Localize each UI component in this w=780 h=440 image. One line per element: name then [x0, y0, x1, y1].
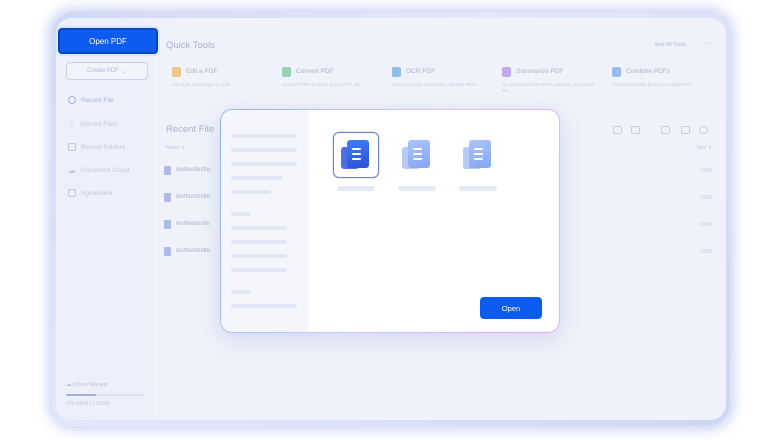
sidebar-item-document-cloud[interactable]: ☁ Document Cloud	[68, 164, 129, 176]
sidebar-item-agreement[interactable]: Agreement	[68, 187, 113, 199]
grid-view-icon[interactable]	[631, 126, 640, 134]
file-name-placeholder	[337, 186, 375, 191]
file-size: 102M	[699, 249, 712, 255]
pdf-document-icon	[402, 139, 432, 171]
tool-name: Edit a PDF	[186, 68, 218, 75]
pdf-file-icon	[164, 166, 171, 175]
chevron-down-icon: ⌄	[121, 68, 127, 75]
more-icon[interactable]: ···	[703, 40, 710, 47]
pdf-file-icon	[164, 193, 171, 202]
column-header-name[interactable]: Name ⇕	[166, 145, 185, 151]
column-header-size[interactable]: Size ⇕	[697, 145, 712, 151]
pdf-document-icon	[341, 139, 371, 171]
tool-name: Convert PDF	[296, 68, 334, 75]
storage-usage-text: 778.04KB / 1.00GB	[66, 401, 110, 407]
create-pdf-label: Create PDF	[87, 68, 119, 74]
document-icon	[68, 189, 76, 197]
file-name-placeholder	[398, 186, 436, 191]
upload-cloud-icon[interactable]	[661, 126, 670, 134]
file-name: texttexttextte	[176, 167, 211, 173]
open-pdf-label: Open PDF	[89, 36, 127, 46]
refresh-icon[interactable]	[699, 126, 708, 134]
file-tile-selected[interactable]	[333, 132, 379, 178]
file-name: texttexttextte	[176, 221, 211, 227]
pdf-file-icon	[164, 247, 171, 256]
combine-pdfs-icon	[612, 67, 621, 77]
tool-description: Convert PDFs to Word, Excel, PPT, etc.	[282, 82, 362, 87]
file-tile[interactable]	[455, 132, 501, 178]
sidebar-item-recent-folders[interactable]: Recent Folders	[68, 141, 125, 153]
open-button[interactable]: Open	[480, 297, 542, 319]
pdf-document-icon	[463, 139, 493, 171]
sidebar-item-starred-files[interactable]: ☆ Starred Files	[68, 118, 117, 130]
tool-description: Turn scans into searchable, editable PDF…	[392, 82, 478, 87]
clock-icon	[68, 96, 76, 104]
tool-ocr-pdf[interactable]: OCR PDF Turn scans into searchable, edit…	[386, 60, 486, 102]
tool-name: Combine PDFs	[626, 68, 671, 75]
file-name: texttexttextte	[176, 248, 211, 254]
sidebar-item-label: Starred Files	[80, 120, 118, 128]
create-pdf-button[interactable]: Create PDF ⌄	[66, 62, 148, 80]
list-view-icon[interactable]	[613, 126, 622, 134]
ocr-pdf-icon	[392, 67, 401, 77]
sidebar-item-label: Document Cloud	[81, 166, 130, 174]
sidebar-item-label: Recent Folders	[81, 143, 126, 151]
tool-combine-pdfs[interactable]: Combine PDFs Combine multiple files into…	[606, 60, 706, 102]
storage-progress-fill	[66, 394, 97, 396]
file-size: 102M	[699, 195, 712, 201]
edit-pdf-icon	[172, 67, 181, 77]
star-icon: ☆	[68, 119, 76, 129]
tool-description: Edit texts and images in a file.	[172, 82, 232, 87]
recent-file-title: Recent File	[166, 124, 215, 135]
cloud-icon: ☁	[68, 165, 76, 175]
tool-name: Summarize PDF	[516, 68, 564, 75]
storage-progress-bar	[66, 394, 146, 396]
file-size: 102M	[699, 168, 712, 174]
summarize-pdf-icon	[502, 67, 511, 77]
tool-summarize-pdf[interactable]: Summarize PDF AI summarizes the PDF's ov…	[496, 60, 596, 102]
tool-edit-pdf[interactable]: Edit a PDF Edit texts and images in a fi…	[166, 60, 266, 102]
open-pdf-button[interactable]: Open PDF	[58, 28, 158, 54]
sidebar-item-label: Recent File	[81, 96, 114, 104]
file-tile[interactable]	[394, 132, 440, 178]
sidebar-item-label: Agreement	[81, 189, 113, 197]
folder-open-icon[interactable]	[681, 126, 690, 134]
file-name: texttexttextte	[176, 194, 211, 200]
see-all-tools-link[interactable]: See All Tools	[655, 42, 686, 48]
file-size: 102M	[699, 222, 712, 228]
tool-description: Combine multiple files into a single PDF…	[612, 82, 693, 87]
cloud-storage-label: ☁ Cloud Storage	[66, 382, 109, 388]
open-file-dialog: Open	[220, 109, 560, 333]
tool-convert-pdf[interactable]: Convert PDF Convert PDFs to Word, Excel,…	[276, 60, 376, 102]
pdf-file-icon	[164, 220, 171, 229]
sidebar: Create PDF ⌄ Recent File ☆ Starred Files…	[56, 18, 154, 420]
dialog-sidebar-placeholder	[221, 110, 309, 332]
sidebar-item-recent-file[interactable]: Recent File	[68, 94, 114, 106]
tool-name: OCR PDF	[406, 68, 436, 75]
quick-tools-title: Quick Tools	[166, 40, 215, 51]
file-name-placeholder	[459, 186, 497, 191]
tool-description: AI summarizes the PDF's overview, key po…	[502, 82, 596, 93]
convert-pdf-icon	[282, 67, 291, 77]
folder-icon	[68, 143, 76, 151]
